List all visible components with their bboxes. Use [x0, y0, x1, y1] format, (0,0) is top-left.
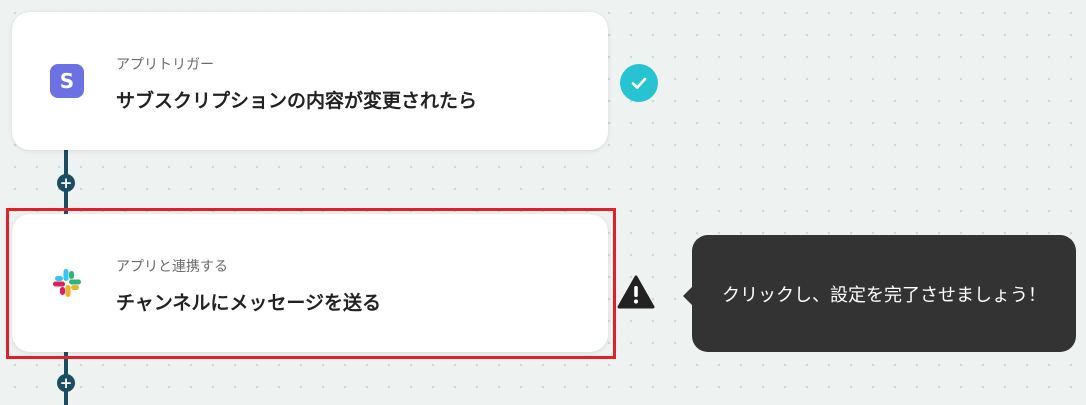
trigger-step-card[interactable]: S アプリトリガー サブスクリプションの内容が変更されたら [12, 12, 608, 150]
add-step-button-bottom[interactable]: + [57, 374, 75, 392]
trigger-step-label: アプリトリガー [116, 57, 214, 73]
slack-icon [50, 266, 84, 300]
hint-tooltip: クリックし、設定を完了させましょう！ [683, 235, 1076, 352]
warning-icon [616, 274, 656, 310]
trigger-step-title: サブスクリプションの内容が変更されたら [116, 90, 478, 112]
hint-tooltip-text: クリックし、設定を完了させましょう！ [722, 284, 1046, 306]
check-icon [620, 64, 658, 102]
add-step-button[interactable]: + [57, 174, 75, 192]
action-step-title: チャンネルにメッセージを送る [116, 292, 382, 314]
action-step-card[interactable]: アプリと連携する チャンネルにメッセージを送る [12, 214, 608, 352]
action-step-label: アプリと連携する [116, 259, 228, 275]
stripe-icon: S [50, 64, 84, 98]
